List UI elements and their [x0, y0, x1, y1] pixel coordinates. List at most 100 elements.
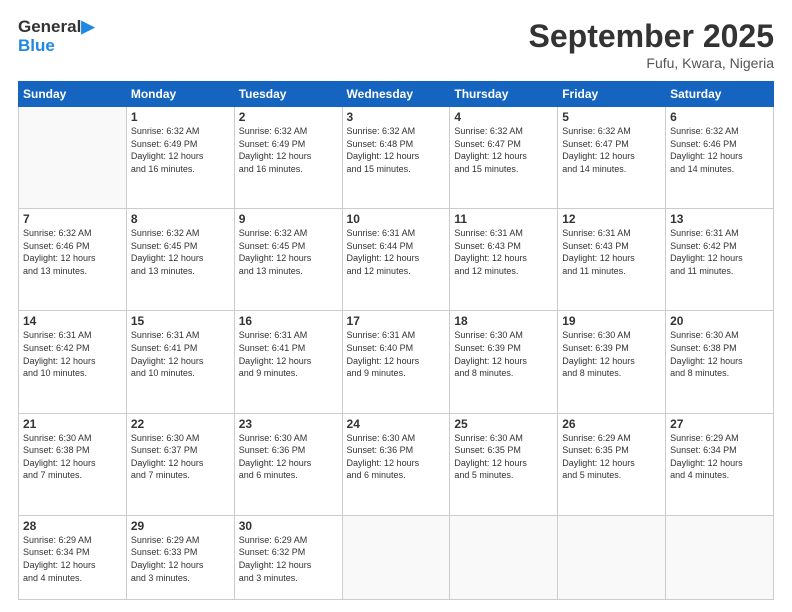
week-row-2: 14Sunrise: 6:31 AM Sunset: 6:42 PM Dayli… [19, 311, 774, 413]
day-info: Sunrise: 6:31 AM Sunset: 6:42 PM Dayligh… [23, 329, 122, 379]
day-cell: 22Sunrise: 6:30 AM Sunset: 6:37 PM Dayli… [126, 413, 234, 515]
day-number: 23 [239, 417, 338, 431]
day-number: 29 [131, 519, 230, 533]
day-info: Sunrise: 6:30 AM Sunset: 6:38 PM Dayligh… [670, 329, 769, 379]
col-saturday: Saturday [666, 82, 774, 107]
day-info: Sunrise: 6:32 AM Sunset: 6:49 PM Dayligh… [239, 125, 338, 175]
day-number: 14 [23, 314, 122, 328]
col-tuesday: Tuesday [234, 82, 342, 107]
day-cell: 23Sunrise: 6:30 AM Sunset: 6:36 PM Dayli… [234, 413, 342, 515]
col-monday: Monday [126, 82, 234, 107]
day-cell: 4Sunrise: 6:32 AM Sunset: 6:47 PM Daylig… [450, 107, 558, 209]
day-info: Sunrise: 6:30 AM Sunset: 6:39 PM Dayligh… [454, 329, 553, 379]
location: Fufu, Kwara, Nigeria [529, 55, 774, 71]
day-number: 27 [670, 417, 769, 431]
day-cell: 10Sunrise: 6:31 AM Sunset: 6:44 PM Dayli… [342, 209, 450, 311]
day-info: Sunrise: 6:31 AM Sunset: 6:41 PM Dayligh… [239, 329, 338, 379]
day-cell: 28Sunrise: 6:29 AM Sunset: 6:34 PM Dayli… [19, 515, 127, 599]
day-number: 21 [23, 417, 122, 431]
day-info: Sunrise: 6:30 AM Sunset: 6:36 PM Dayligh… [347, 432, 446, 482]
month-title: September 2025 [529, 18, 774, 55]
day-cell: 2Sunrise: 6:32 AM Sunset: 6:49 PM Daylig… [234, 107, 342, 209]
day-cell [450, 515, 558, 599]
day-info: Sunrise: 6:30 AM Sunset: 6:38 PM Dayligh… [23, 432, 122, 482]
day-info: Sunrise: 6:32 AM Sunset: 6:45 PM Dayligh… [131, 227, 230, 277]
day-cell: 12Sunrise: 6:31 AM Sunset: 6:43 PM Dayli… [558, 209, 666, 311]
logo: General▶ Blue [18, 18, 94, 55]
day-number: 24 [347, 417, 446, 431]
week-row-4: 28Sunrise: 6:29 AM Sunset: 6:34 PM Dayli… [19, 515, 774, 599]
day-cell: 14Sunrise: 6:31 AM Sunset: 6:42 PM Dayli… [19, 311, 127, 413]
day-cell: 30Sunrise: 6:29 AM Sunset: 6:32 PM Dayli… [234, 515, 342, 599]
day-info: Sunrise: 6:31 AM Sunset: 6:44 PM Dayligh… [347, 227, 446, 277]
day-cell [342, 515, 450, 599]
day-cell: 26Sunrise: 6:29 AM Sunset: 6:35 PM Dayli… [558, 413, 666, 515]
day-cell [19, 107, 127, 209]
day-cell: 9Sunrise: 6:32 AM Sunset: 6:45 PM Daylig… [234, 209, 342, 311]
day-cell: 8Sunrise: 6:32 AM Sunset: 6:45 PM Daylig… [126, 209, 234, 311]
week-row-0: 1Sunrise: 6:32 AM Sunset: 6:49 PM Daylig… [19, 107, 774, 209]
day-number: 15 [131, 314, 230, 328]
day-info: Sunrise: 6:29 AM Sunset: 6:34 PM Dayligh… [23, 534, 122, 584]
day-number: 5 [562, 110, 661, 124]
day-cell: 20Sunrise: 6:30 AM Sunset: 6:38 PM Dayli… [666, 311, 774, 413]
day-cell: 19Sunrise: 6:30 AM Sunset: 6:39 PM Dayli… [558, 311, 666, 413]
day-info: Sunrise: 6:31 AM Sunset: 6:43 PM Dayligh… [454, 227, 553, 277]
col-thursday: Thursday [450, 82, 558, 107]
day-info: Sunrise: 6:30 AM Sunset: 6:35 PM Dayligh… [454, 432, 553, 482]
day-info: Sunrise: 6:31 AM Sunset: 6:41 PM Dayligh… [131, 329, 230, 379]
day-number: 7 [23, 212, 122, 226]
day-cell [666, 515, 774, 599]
day-number: 8 [131, 212, 230, 226]
day-number: 28 [23, 519, 122, 533]
day-cell: 21Sunrise: 6:30 AM Sunset: 6:38 PM Dayli… [19, 413, 127, 515]
day-number: 10 [347, 212, 446, 226]
calendar-header-row: Sunday Monday Tuesday Wednesday Thursday… [19, 82, 774, 107]
day-info: Sunrise: 6:32 AM Sunset: 6:47 PM Dayligh… [562, 125, 661, 175]
day-cell: 6Sunrise: 6:32 AM Sunset: 6:46 PM Daylig… [666, 107, 774, 209]
day-number: 26 [562, 417, 661, 431]
day-cell: 24Sunrise: 6:30 AM Sunset: 6:36 PM Dayli… [342, 413, 450, 515]
day-number: 13 [670, 212, 769, 226]
day-info: Sunrise: 6:29 AM Sunset: 6:35 PM Dayligh… [562, 432, 661, 482]
day-info: Sunrise: 6:30 AM Sunset: 6:37 PM Dayligh… [131, 432, 230, 482]
day-cell: 3Sunrise: 6:32 AM Sunset: 6:48 PM Daylig… [342, 107, 450, 209]
day-info: Sunrise: 6:31 AM Sunset: 6:43 PM Dayligh… [562, 227, 661, 277]
day-info: Sunrise: 6:29 AM Sunset: 6:33 PM Dayligh… [131, 534, 230, 584]
day-number: 1 [131, 110, 230, 124]
logo-general: General▶ [18, 18, 94, 37]
day-number: 6 [670, 110, 769, 124]
week-row-1: 7Sunrise: 6:32 AM Sunset: 6:46 PM Daylig… [19, 209, 774, 311]
title-block: September 2025 Fufu, Kwara, Nigeria [529, 18, 774, 71]
day-number: 2 [239, 110, 338, 124]
col-wednesday: Wednesday [342, 82, 450, 107]
day-info: Sunrise: 6:29 AM Sunset: 6:34 PM Dayligh… [670, 432, 769, 482]
day-info: Sunrise: 6:31 AM Sunset: 6:42 PM Dayligh… [670, 227, 769, 277]
day-number: 3 [347, 110, 446, 124]
day-cell: 17Sunrise: 6:31 AM Sunset: 6:40 PM Dayli… [342, 311, 450, 413]
day-number: 20 [670, 314, 769, 328]
day-cell: 15Sunrise: 6:31 AM Sunset: 6:41 PM Dayli… [126, 311, 234, 413]
logo-blue: Blue [18, 37, 94, 56]
day-number: 19 [562, 314, 661, 328]
week-row-3: 21Sunrise: 6:30 AM Sunset: 6:38 PM Dayli… [19, 413, 774, 515]
day-cell: 25Sunrise: 6:30 AM Sunset: 6:35 PM Dayli… [450, 413, 558, 515]
day-cell [558, 515, 666, 599]
day-info: Sunrise: 6:32 AM Sunset: 6:46 PM Dayligh… [23, 227, 122, 277]
day-info: Sunrise: 6:32 AM Sunset: 6:49 PM Dayligh… [131, 125, 230, 175]
day-info: Sunrise: 6:29 AM Sunset: 6:32 PM Dayligh… [239, 534, 338, 584]
day-number: 9 [239, 212, 338, 226]
day-cell: 27Sunrise: 6:29 AM Sunset: 6:34 PM Dayli… [666, 413, 774, 515]
col-sunday: Sunday [19, 82, 127, 107]
col-friday: Friday [558, 82, 666, 107]
day-number: 4 [454, 110, 553, 124]
day-number: 16 [239, 314, 338, 328]
day-cell: 1Sunrise: 6:32 AM Sunset: 6:49 PM Daylig… [126, 107, 234, 209]
day-number: 18 [454, 314, 553, 328]
day-number: 25 [454, 417, 553, 431]
day-cell: 7Sunrise: 6:32 AM Sunset: 6:46 PM Daylig… [19, 209, 127, 311]
day-cell: 5Sunrise: 6:32 AM Sunset: 6:47 PM Daylig… [558, 107, 666, 209]
day-info: Sunrise: 6:30 AM Sunset: 6:39 PM Dayligh… [562, 329, 661, 379]
header: General▶ Blue September 2025 Fufu, Kwara… [18, 18, 774, 71]
day-cell: 13Sunrise: 6:31 AM Sunset: 6:42 PM Dayli… [666, 209, 774, 311]
